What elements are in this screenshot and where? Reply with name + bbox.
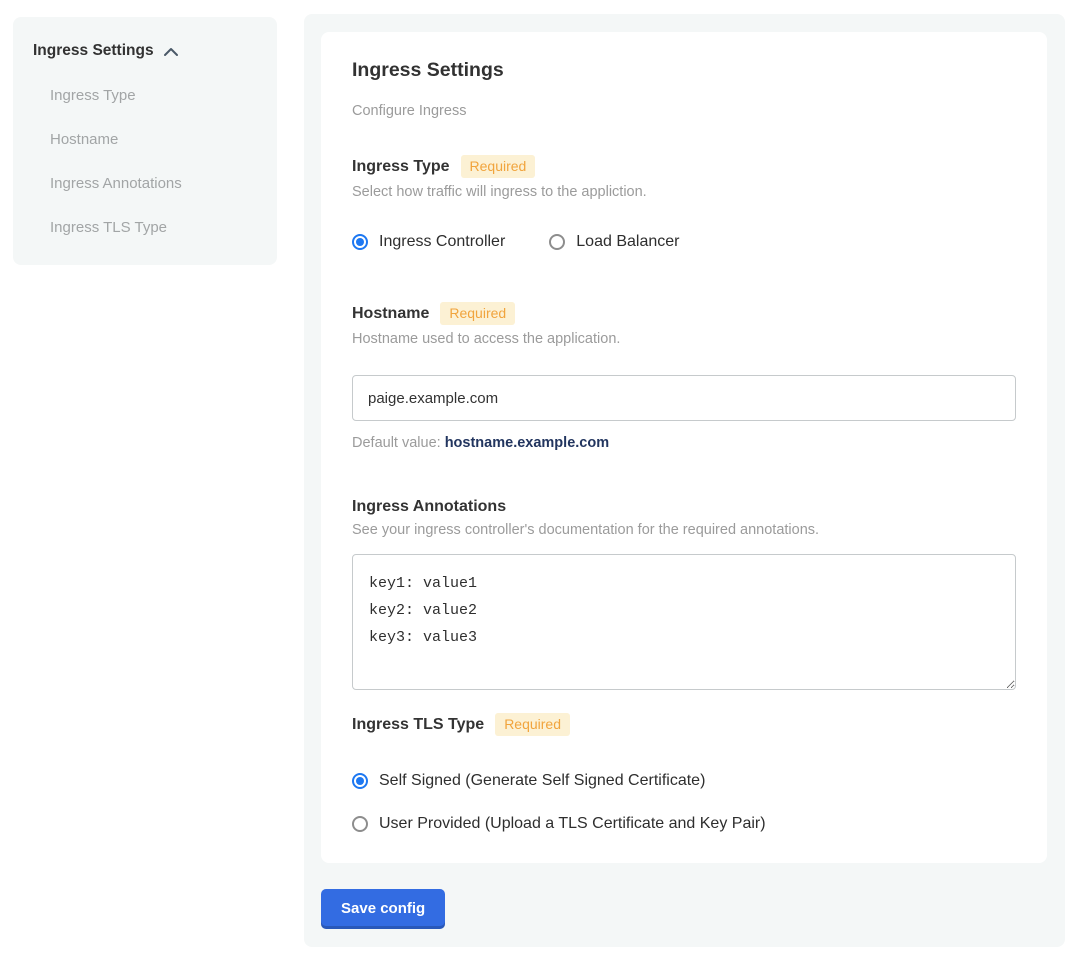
card-subtitle: Configure Ingress: [352, 103, 1016, 119]
radio-icon[interactable]: [352, 773, 368, 789]
config-main-panel: Ingress Settings Configure Ingress Ingre…: [304, 14, 1065, 947]
radio-option-ingress-controller[interactable]: Ingress Controller: [352, 233, 505, 251]
ingress-type-radio-group: Ingress Controller Load Balancer: [352, 233, 1016, 251]
section-hostname: Hostname Required Hostname used to acces…: [352, 302, 1016, 451]
hostname-help: Hostname used to access the application.: [352, 331, 1016, 347]
sidebar-item-ingress-tls-type[interactable]: Ingress TLS Type: [33, 219, 257, 236]
hostname-input[interactable]: [352, 375, 1016, 421]
default-value: hostname.example.com: [445, 435, 609, 451]
sidebar-item-ingress-annotations[interactable]: Ingress Annotations: [33, 175, 257, 192]
sidebar-group-ingress-settings[interactable]: Ingress Settings: [33, 42, 257, 60]
annotations-label: Ingress Annotations: [352, 498, 506, 516]
tls-type-label: Ingress TLS Type: [352, 716, 484, 734]
save-config-button[interactable]: Save config: [321, 889, 445, 929]
radio-icon[interactable]: [352, 816, 368, 832]
config-nav-sidebar: Ingress Settings Ingress Type Hostname I…: [13, 17, 277, 265]
sidebar-item-list: Ingress Type Hostname Ingress Annotation…: [33, 87, 257, 236]
sidebar-item-ingress-type[interactable]: Ingress Type: [33, 87, 257, 104]
sidebar-group-label: Ingress Settings: [33, 42, 154, 60]
annotations-help: See your ingress controller's documentat…: [352, 522, 1016, 538]
required-badge: Required: [461, 155, 536, 178]
section-ingress-tls-type: Ingress TLS Type Required Self Signed (G…: [352, 713, 1016, 833]
ingress-type-help: Select how traffic will ingress to the a…: [352, 184, 1016, 200]
radio-option-load-balancer[interactable]: Load Balancer: [549, 233, 679, 251]
radio-option-self-signed[interactable]: Self Signed (Generate Self Signed Certif…: [352, 772, 1016, 790]
radio-label: User Provided (Upload a TLS Certificate …: [379, 815, 766, 833]
radio-icon[interactable]: [352, 234, 368, 250]
ingress-settings-card: Ingress Settings Configure Ingress Ingre…: [321, 32, 1047, 863]
required-badge: Required: [440, 302, 515, 325]
radio-label: Ingress Controller: [379, 233, 505, 251]
section-ingress-annotations: Ingress Annotations See your ingress con…: [352, 498, 1016, 690]
chevron-up-icon: [163, 46, 179, 57]
radio-option-user-provided[interactable]: User Provided (Upload a TLS Certificate …: [352, 815, 1016, 833]
hostname-label: Hostname: [352, 305, 429, 323]
default-prefix: Default value:: [352, 435, 445, 451]
radio-icon[interactable]: [549, 234, 565, 250]
section-ingress-type: Ingress Type Required Select how traffic…: [352, 155, 1016, 251]
sidebar-item-hostname[interactable]: Hostname: [33, 131, 257, 148]
radio-label: Load Balancer: [576, 233, 679, 251]
hostname-default-line: Default value: hostname.example.com: [352, 435, 1016, 451]
required-badge: Required: [495, 713, 570, 736]
ingress-type-label: Ingress Type: [352, 158, 450, 176]
annotations-textarea[interactable]: key1: value1 key2: value2 key3: value3: [352, 554, 1016, 690]
radio-label: Self Signed (Generate Self Signed Certif…: [379, 772, 705, 790]
card-title: Ingress Settings: [352, 59, 1016, 82]
